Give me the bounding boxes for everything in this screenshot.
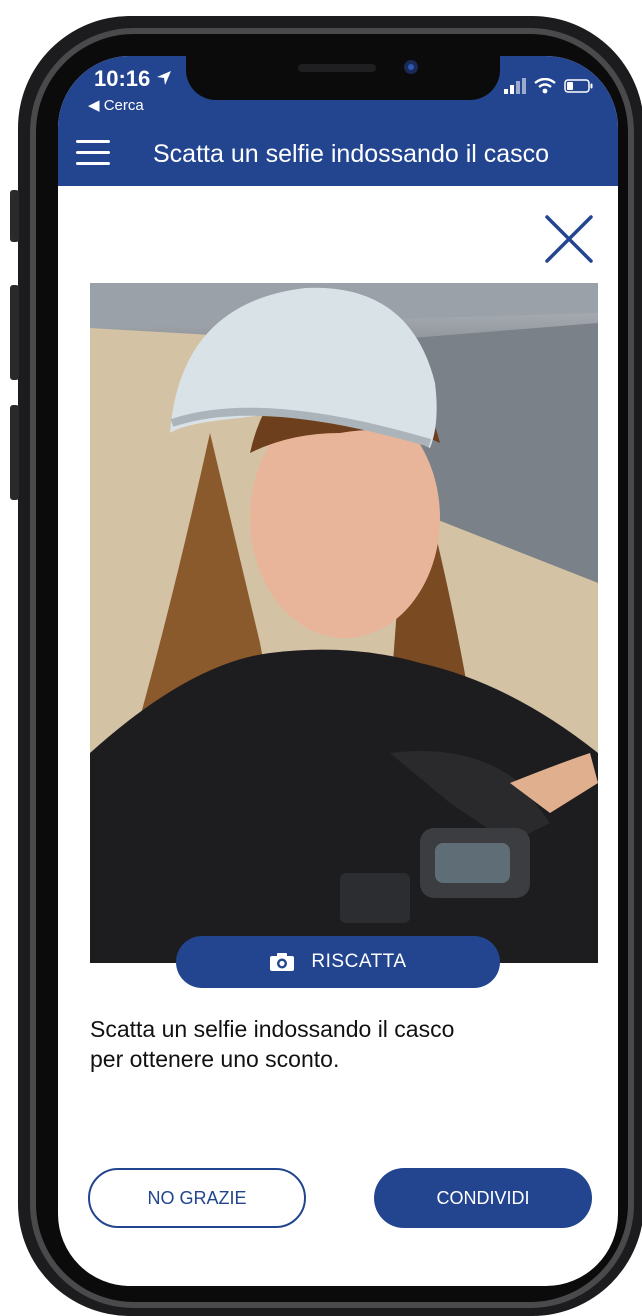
phone-screen: 10:16 ◀ Cerca Scatta un selfie indossand… [58,56,618,1286]
volume-down-button [10,405,19,500]
app-header: 10:16 ◀ Cerca Scatta un selfie indossand… [58,56,618,186]
status-indicators [504,78,594,94]
share-button[interactable]: CONDIVIDI [374,1168,592,1228]
volume-up-button [10,285,19,380]
selfie-photo [90,283,598,963]
speaker-grille [298,64,376,72]
front-camera [404,60,418,74]
notch [186,56,500,100]
status-time: 10:16 [94,66,151,91]
menu-icon[interactable] [76,140,110,166]
selfie-illustration [90,283,598,963]
signal-icon [504,78,526,94]
back-to-search-link[interactable]: ◀ Cerca [88,96,144,114]
no-thanks-button[interactable]: NO GRAZIE [88,1168,306,1228]
description-line-1: Scatta un selfie indossando il casco [90,1016,455,1042]
description-line-2: per ottenere uno sconto. [90,1046,340,1072]
camera-icon [270,953,295,971]
description-text: Scatta un selfie indossando il casco per… [90,1014,560,1074]
close-icon[interactable] [544,214,594,264]
wifi-icon [534,78,556,94]
app-screenshot: 10:16 ◀ Cerca Scatta un selfie indossand… [0,0,642,1316]
retake-button[interactable]: RISCATTA [176,936,500,988]
mute-switch [10,190,19,242]
retake-label: RISCATTA [311,951,407,972]
page-title: Scatta un selfie indossando il casco [153,140,550,168]
battery-icon [564,79,593,93]
location-arrow-icon [157,71,171,85]
